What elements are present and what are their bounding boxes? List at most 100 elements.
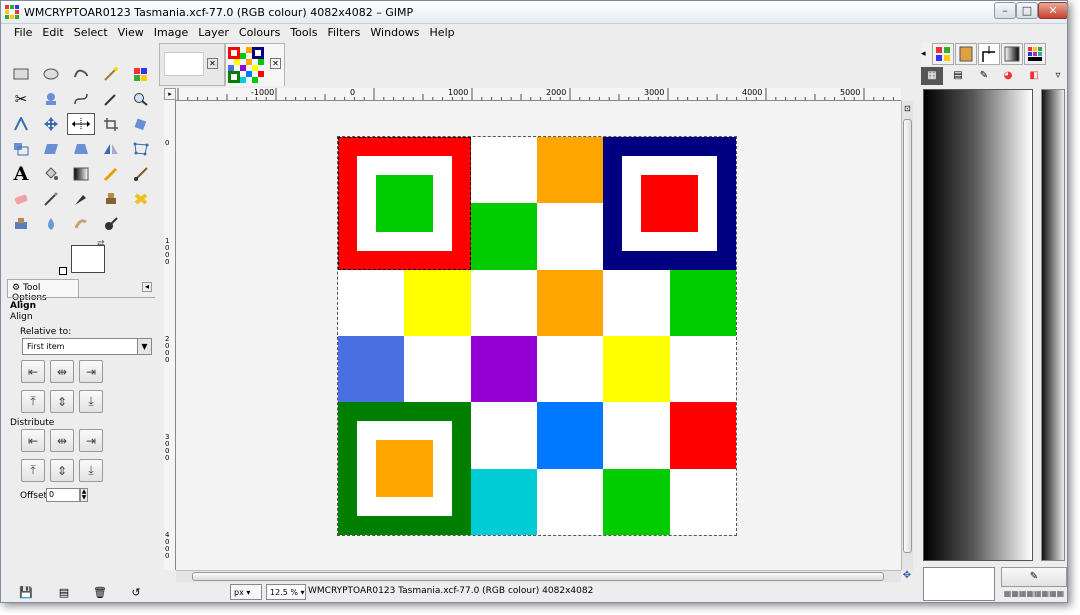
brush-preview[interactable] [923,567,995,601]
menu-tools[interactable]: Tools [285,24,322,41]
color-picker-icon[interactable] [99,88,123,110]
fuzzy-select-icon[interactable] [99,63,123,85]
text-tool-icon[interactable]: A [9,163,33,185]
colors-icon[interactable]: ◕ [997,67,1019,85]
channels-icon[interactable]: ▤ [947,67,969,85]
foreground-select-icon[interactable] [39,88,63,110]
blur-icon[interactable] [39,213,63,235]
tab-palettes[interactable] [1024,43,1046,65]
paintbrush-icon[interactable] [129,163,153,185]
close-button[interactable]: ✕ [1038,2,1067,19]
distribute-left-button[interactable]: ⇤ [21,429,45,452]
image-menu-button[interactable]: ▸ [164,88,176,100]
bucket-fill-icon[interactable] [39,163,63,185]
ink-icon[interactable] [69,188,93,210]
color-swatches[interactable]: ⇄ [59,239,109,275]
align-hcenter-button[interactable]: ⇹ [50,360,74,383]
undo-history-icon[interactable]: ◧ [1023,67,1045,85]
clone-icon[interactable] [99,188,123,210]
zoom-toggle-icon[interactable]: ⊡ [904,104,914,114]
align-tool-icon[interactable] [67,113,95,135]
menu-file[interactable]: File [9,24,37,41]
swap-colors-icon[interactable]: ⇄ [97,239,105,249]
scissors-icon[interactable]: ✂ [9,88,33,110]
menu-layer[interactable]: Layer [193,24,234,41]
menu-edit[interactable]: Edit [37,24,68,41]
align-left-button[interactable]: ⇤ [21,360,45,383]
distribute-bottom-button[interactable]: ⤓ [79,459,103,482]
vertical-scrollbar[interactable]: ⊡ [901,101,913,570]
shear-icon[interactable] [39,138,63,160]
heal-icon[interactable] [129,188,153,210]
offset-input[interactable]: 0 [46,488,80,502]
distribute-right-button[interactable]: ⇥ [79,429,103,452]
menu-windows[interactable]: Windows [365,24,424,41]
ellipse-select-icon[interactable] [39,63,63,85]
eraser-icon[interactable] [9,188,33,210]
background-color[interactable] [71,245,105,273]
blend-icon[interactable] [69,163,93,185]
tab-gradients[interactable] [1001,43,1023,65]
image-content[interactable] [337,136,737,536]
pencil-icon[interactable] [99,163,123,185]
scale-icon[interactable] [9,138,33,160]
menu-help[interactable]: Help [425,24,460,41]
measure-icon[interactable] [9,113,33,135]
close-icon[interactable]: ✕ [207,58,218,69]
reset-colors-icon[interactable] [59,267,67,275]
paintbrush-icon[interactable]: ✎ [973,67,995,85]
align-bottom-button[interactable]: ⤓ [79,390,103,413]
tab-menu-icon[interactable]: ◂ [142,282,152,292]
horizontal-scrollbar[interactable] [176,570,901,582]
tab-tool-options[interactable]: ⚙ Tool Options [7,279,79,303]
smudge-icon[interactable] [69,213,93,235]
zoom-select[interactable]: 12.5 % ▾ [266,584,306,600]
menu-view[interactable]: View [113,24,149,41]
horizontal-ruler[interactable]: -1000 0 1000 2000 3000 4000 5000 [176,88,901,101]
navigate-icon[interactable]: ✥ [901,570,913,582]
vertical-scroll-thumb[interactable] [903,119,912,553]
menu-image[interactable]: Image [149,24,193,41]
dodge-burn-icon[interactable] [99,213,123,235]
offset-spin-button[interactable]: ▲ ▼ [80,488,88,502]
tab-brushes[interactable] [955,43,977,65]
zoom-icon[interactable] [129,88,153,110]
distribute-vcenter-button[interactable]: ⇕ [50,459,74,482]
horizontal-scroll-thumb[interactable] [192,572,884,581]
crop-icon[interactable] [99,113,123,135]
tab-patterns[interactable] [932,43,954,65]
paths-icon[interactable] [69,88,93,110]
align-vcenter-button[interactable]: ⇕ [50,390,74,413]
image-tab-2[interactable]: ✕ [225,43,285,86]
layers-icon[interactable]: ▦ [921,67,943,85]
canvas[interactable] [176,101,901,570]
menu-filters[interactable]: Filters [322,24,365,41]
free-select-icon[interactable] [69,63,93,85]
distribute-top-button[interactable]: ⤒ [21,459,45,482]
edit-button[interactable]: ✎ [1001,567,1067,587]
tab-overflow-icon[interactable]: ▿ [1047,67,1067,85]
move-icon[interactable] [39,113,63,135]
minimize-button[interactable]: – [994,2,1016,19]
rotate-icon[interactable] [129,113,153,135]
save-options-icon[interactable]: 💾 [19,586,33,600]
close-icon[interactable]: ✕ [270,58,281,69]
gradient-preview[interactable] [923,89,1033,561]
flip-icon[interactable] [99,138,123,160]
align-top-button[interactable]: ⤒ [21,390,45,413]
rect-select-icon[interactable] [9,63,33,85]
maximize-button[interactable]: □ [1016,2,1038,19]
vertical-ruler[interactable]: 0 1000 2000 3000 4000 [164,100,176,570]
unit-select[interactable]: px ▾ [230,584,262,600]
tab-paths[interactable] [978,43,1000,65]
perspective-icon[interactable] [69,138,93,160]
perspective-clone-icon[interactable] [9,213,33,235]
distribute-hcenter-button[interactable]: ⇹ [50,429,74,452]
menu-colours[interactable]: Colours [234,24,285,41]
image-tab-1[interactable]: ✕ [159,43,225,86]
airbrush-icon[interactable] [39,188,63,210]
delete-options-icon[interactable]: 🗑 [93,586,107,600]
restore-options-icon[interactable]: ▤ [57,586,71,600]
select-by-color-icon[interactable] [129,63,153,85]
reset-options-icon[interactable]: ↺ [129,586,143,600]
